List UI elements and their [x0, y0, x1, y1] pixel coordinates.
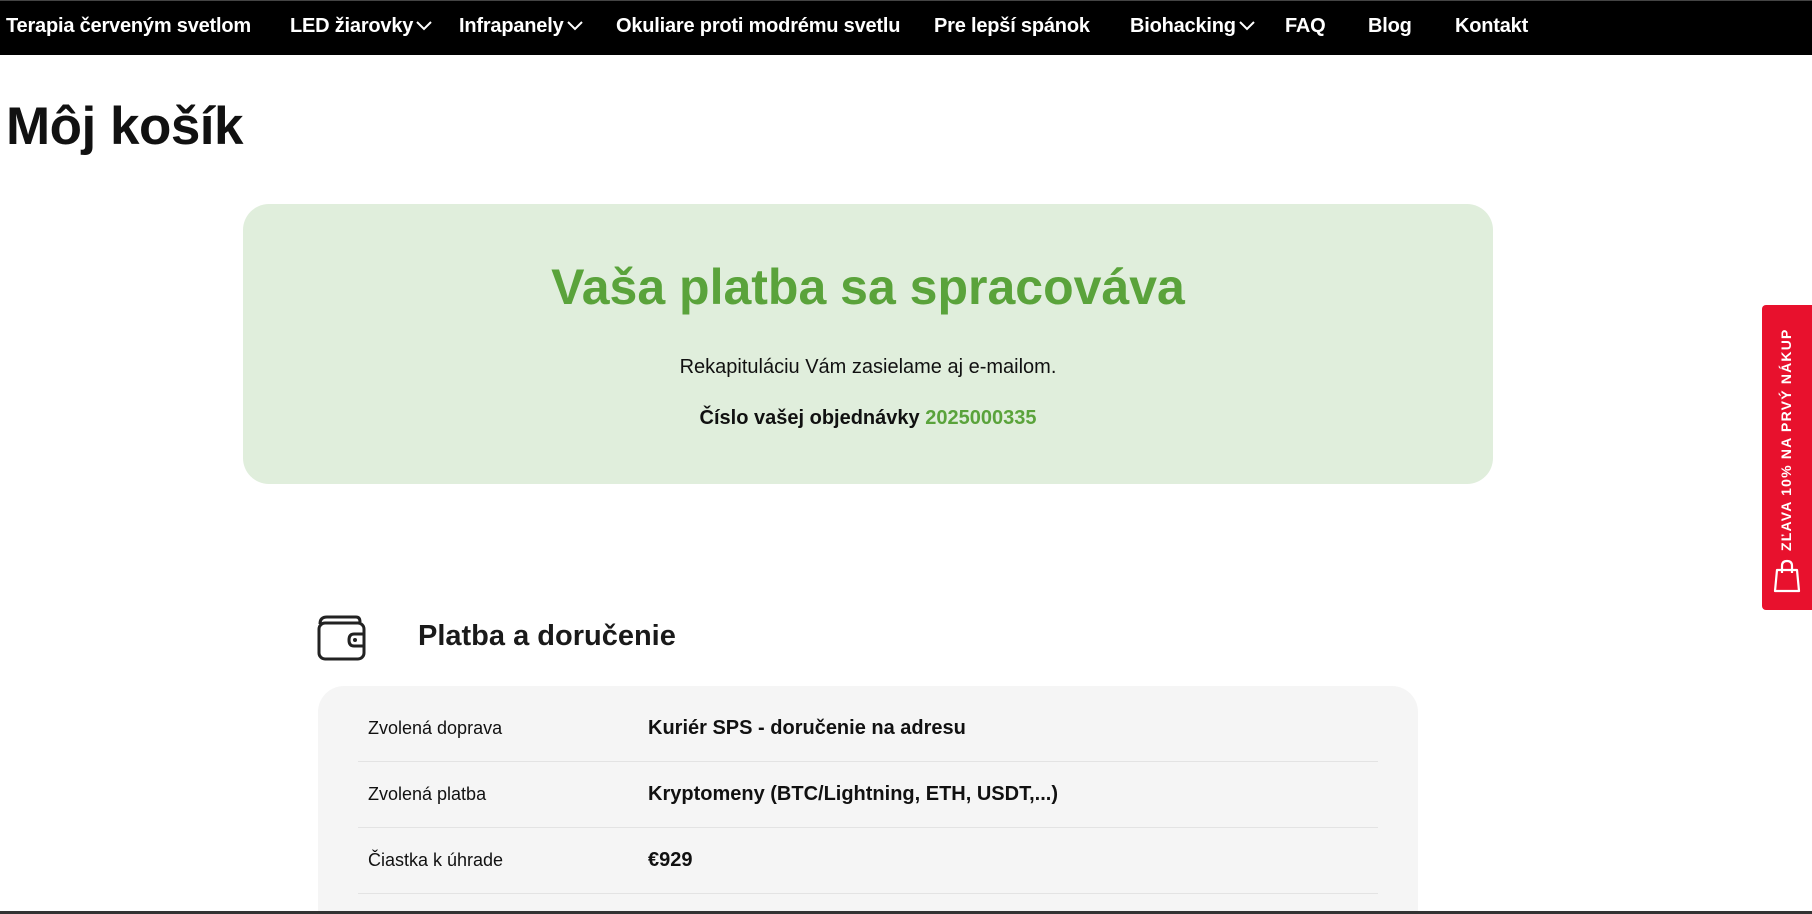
- detail-label: Zvolená platba: [368, 784, 487, 804]
- order-number: 2025000335: [925, 407, 1037, 429]
- detail-value: €929: [648, 849, 693, 871]
- nav-item-label: Infrapanely: [459, 14, 564, 37]
- nav-item-biohacking[interactable]: Biohacking: [1130, 14, 1255, 38]
- nav-item-contact[interactable]: Kontakt: [1455, 14, 1528, 38]
- shopping-bag-icon: [1773, 559, 1801, 593]
- payment-status-card: Vaša platba sa spracováva Rekapituláciu …: [243, 204, 1493, 484]
- page-title: Môj košík: [6, 97, 244, 156]
- payment-status-heading: Vaša platba sa spracováva: [551, 259, 1185, 315]
- order-number-line: Číslo vašej objednávky 2025000335: [243, 407, 1493, 430]
- nav-item-led-bulbs[interactable]: LED žiarovky: [290, 14, 432, 38]
- nav-item-label: Blog: [1368, 14, 1412, 37]
- nav-item-label: Pre lepší spánok: [934, 14, 1090, 37]
- order-number-label: Číslo vašej objednávky: [699, 407, 920, 429]
- detail-row-shipping: Zvolená doprava Kuriér SPS - doručenie n…: [358, 696, 1378, 762]
- nav-item-better-sleep[interactable]: Pre lepší spánok: [934, 14, 1090, 38]
- top-navigation: Terapia červeným svetlom LED žiarovky In…: [0, 0, 1812, 55]
- wallet-icon: [317, 615, 366, 661]
- payment-details-card: Zvolená doprava Kuriér SPS - doručenie n…: [318, 686, 1418, 914]
- nav-item-label: Biohacking: [1130, 14, 1236, 37]
- detail-value: Kuriér SPS - doručenie na adresu: [648, 717, 966, 739]
- chevron-down-icon: [566, 21, 583, 31]
- nav-item-blue-light-glasses[interactable]: Okuliare proti modrému svetlu: [616, 14, 900, 38]
- nav-item-infrapanels[interactable]: Infrapanely: [459, 14, 583, 38]
- chevron-down-icon: [1239, 21, 1255, 31]
- first-purchase-discount-tab[interactable]: ZĽAVA 10% NA PRVÝ NÁKUP: [1762, 305, 1812, 610]
- nav-item-label: LED žiarovky: [290, 14, 414, 37]
- nav-item-faq[interactable]: FAQ: [1285, 14, 1326, 38]
- detail-label: Čiastka k úhrade: [368, 850, 504, 870]
- nav-item-label: Okuliare proti modrému svetlu: [616, 14, 901, 37]
- nav-item-label: FAQ: [1285, 14, 1326, 37]
- nav-item-blog[interactable]: Blog: [1368, 14, 1412, 38]
- detail-label: Zvolená doprava: [368, 718, 503, 738]
- email-recap-note: Rekapituláciu Vám zasielame aj e-mailom.: [679, 356, 1057, 378]
- nav-item-red-light-therapy[interactable]: Terapia červeným svetlom: [6, 14, 251, 38]
- nav-item-label: Kontakt: [1455, 14, 1529, 37]
- detail-row-amount-due: Čiastka k úhrade €929: [358, 828, 1378, 894]
- section-title-payment-delivery: Platba a doručenie: [418, 620, 676, 652]
- discount-tab-label: ZĽAVA 10% NA PRVÝ NÁKUP: [1778, 328, 1794, 551]
- detail-value: Kryptomeny (BTC/Lightning, ETH, USDT,...…: [648, 783, 1058, 805]
- detail-row-payment: Zvolená platba Kryptomeny (BTC/Lightning…: [358, 762, 1378, 828]
- nav-item-label: Terapia červeným svetlom: [6, 14, 251, 37]
- chevron-down-icon: [416, 21, 432, 31]
